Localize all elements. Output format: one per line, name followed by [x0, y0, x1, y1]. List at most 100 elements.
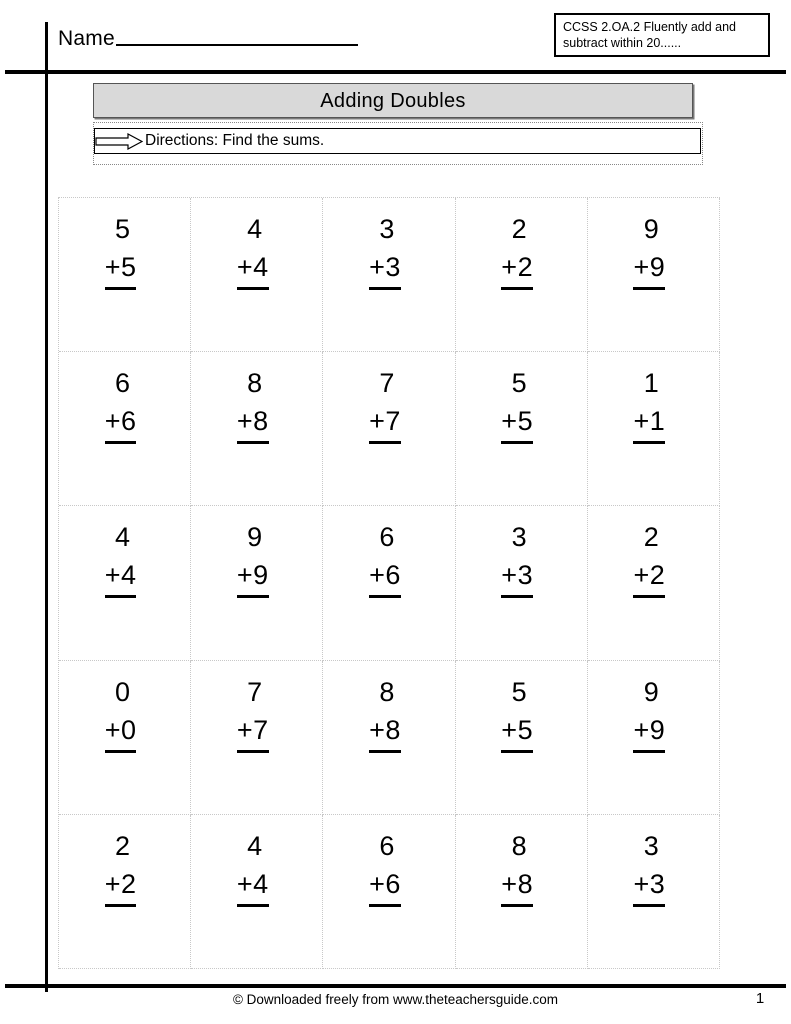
problem-cell[interactable]: 9 +9 — [587, 660, 720, 815]
addend-bottom: +4 — [236, 865, 269, 907]
problem-cell[interactable]: 9 +9 — [191, 506, 324, 661]
addend-top: 6 — [114, 368, 131, 399]
problem-stack: 1 +1 — [633, 364, 673, 445]
addend-bottom: +9 — [236, 556, 269, 599]
problem-cell[interactable]: 4 +4 — [191, 814, 324, 969]
addend-bottom: +6 — [369, 556, 401, 599]
problem-cell[interactable]: 3 +3 — [455, 506, 588, 661]
problem: 8 +8 — [456, 827, 587, 907]
addend-bottom: +7 — [236, 711, 269, 753]
problem-stack: 2 +2 — [501, 210, 541, 290]
problem-cell[interactable]: 9 +9 — [587, 198, 720, 353]
problem-cell[interactable]: 3 +3 — [323, 198, 456, 353]
addend-top: 7 — [379, 368, 395, 399]
problem: 7 +7 — [191, 673, 322, 753]
problem-cell[interactable]: 6 +6 — [59, 352, 192, 507]
problem: 9 +9 — [588, 673, 719, 753]
problem-cell[interactable]: 4 +4 — [191, 198, 324, 353]
problem-cell[interactable]: 6 +6 — [323, 506, 456, 661]
problem-stack: 8 +8 — [501, 827, 541, 907]
problem-stack: 7 +7 — [369, 364, 409, 445]
addend-top: 6 — [379, 830, 395, 861]
name-blank-line[interactable] — [115, 27, 358, 46]
problem-stack: 4 +4 — [236, 210, 277, 290]
addend-top: 4 — [247, 214, 263, 244]
problem-cell[interactable]: 2 +2 — [59, 814, 192, 969]
problem: 6 +6 — [323, 827, 454, 907]
problem-cell[interactable]: 7 +7 — [191, 660, 324, 815]
problem: 2 +2 — [588, 518, 719, 599]
problem: 3 +3 — [456, 518, 587, 599]
addend-top: 7 — [247, 676, 263, 707]
problem-stack: 2 +2 — [633, 518, 673, 599]
problem-cell[interactable]: 5 +5 — [455, 352, 588, 507]
problem: 3 +3 — [588, 827, 719, 907]
problem-stack: 4 +4 — [236, 827, 277, 907]
addend-top: 8 — [247, 368, 263, 399]
addend-top: 4 — [247, 830, 263, 861]
addend-top: 2 — [643, 522, 660, 553]
problem-stack: 5 +5 — [501, 364, 541, 445]
problem-stack: 6 +6 — [369, 518, 409, 599]
problem-cell[interactable]: 5 +5 — [59, 198, 192, 353]
problem-stack: 3 +3 — [369, 210, 409, 290]
problem: 5 +5 — [456, 364, 587, 445]
footer-credit: © Downloaded freely from www.theteachers… — [232, 992, 559, 1007]
problem-cell[interactable]: 2 +2 — [587, 506, 720, 661]
addend-top: 5 — [511, 368, 528, 399]
problem-cell[interactable]: 2 +2 — [455, 198, 588, 353]
name-field[interactable]: Name — [58, 27, 358, 51]
addend-bottom: +0 — [104, 711, 137, 753]
problem-cell[interactable]: 8 +8 — [455, 814, 588, 969]
problem: 7 +7 — [323, 364, 454, 445]
problem-cell[interactable]: 1 +1 — [587, 352, 720, 507]
problem-cell[interactable]: 5 +5 — [455, 660, 588, 815]
problem: 2 +2 — [59, 827, 190, 907]
addend-top: 3 — [643, 830, 660, 861]
directions-text: Directions: Find the sums. — [145, 132, 325, 149]
problem-cell[interactable]: 6 +6 — [323, 814, 456, 969]
problem: 4 +4 — [191, 210, 322, 290]
problem: 0 +0 — [59, 673, 190, 753]
problem-cell[interactable]: 8 +8 — [323, 660, 456, 815]
problem-cell[interactable]: 3 +3 — [587, 814, 720, 969]
problem-cell[interactable]: 7 +7 — [323, 352, 456, 507]
addend-top: 4 — [114, 522, 131, 553]
problem-stack: 9 +9 — [633, 210, 673, 290]
problem: 6 +6 — [59, 364, 190, 445]
addend-bottom: +9 — [633, 248, 666, 290]
addend-top: 3 — [511, 522, 528, 553]
problem-stack: 0 +0 — [104, 673, 145, 753]
problem-cell[interactable]: 4 +4 — [59, 506, 192, 661]
problem: 2 +2 — [456, 210, 587, 290]
problem-cell[interactable]: 8 +8 — [191, 352, 324, 507]
addend-bottom: +5 — [501, 711, 534, 753]
problem-stack: 8 +8 — [236, 364, 277, 445]
addend-bottom: +8 — [369, 711, 401, 753]
addend-bottom: +5 — [501, 402, 534, 445]
addend-bottom: +6 — [104, 402, 137, 445]
addend-bottom: +9 — [633, 711, 666, 753]
addend-top: 8 — [511, 830, 528, 861]
addend-top: 2 — [114, 830, 131, 861]
addend-bottom: +3 — [501, 556, 534, 599]
addend-bottom: +5 — [104, 248, 137, 290]
directions-box: Directions: Find the sums. — [93, 122, 703, 165]
problem: 5 +5 — [59, 210, 190, 290]
problem-stack: 5 +5 — [104, 210, 145, 290]
addend-bottom: +2 — [501, 248, 534, 290]
directions-inner-box: Directions: Find the sums. — [94, 128, 701, 154]
addend-top: 9 — [643, 676, 660, 707]
problem-cell[interactable]: 0 +0 — [59, 660, 192, 815]
problem: 1 +1 — [588, 364, 719, 445]
problem: 9 +9 — [191, 518, 322, 599]
problem-stack: 2 +2 — [104, 827, 145, 907]
addend-top: 6 — [379, 522, 395, 553]
footer-divider-rule — [5, 984, 786, 988]
addend-bottom: +6 — [369, 865, 401, 907]
addend-top: 9 — [643, 214, 660, 244]
addend-bottom: +2 — [633, 556, 666, 599]
page-title: Adding Doubles — [320, 90, 466, 112]
problem: 4 +4 — [191, 827, 322, 907]
addend-bottom: +3 — [369, 248, 401, 290]
